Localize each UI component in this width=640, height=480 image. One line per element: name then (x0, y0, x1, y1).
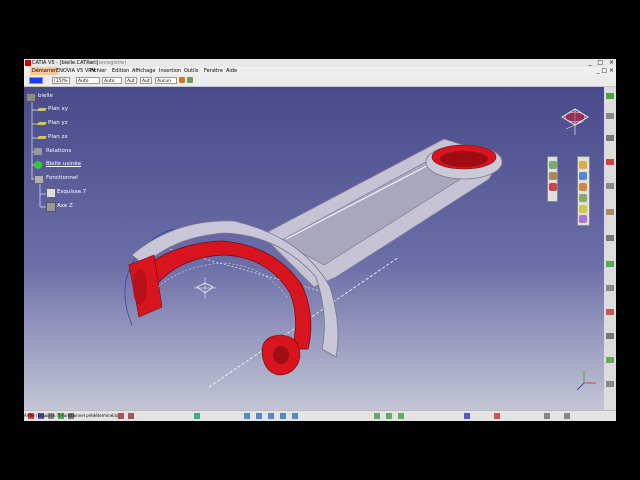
3d-compass[interactable] (560, 107, 590, 139)
catia-app-icon (25, 60, 31, 66)
3d-viewport[interactable]: bielle Plan xy Plan yz Plan zx Relations… (24, 87, 604, 410)
right-cap-hole (273, 346, 289, 364)
tool-slot-icon[interactable] (606, 235, 614, 241)
doc-window-controls[interactable]: _ □ × (596, 67, 614, 75)
menu-fenetre[interactable]: Fenêtre (202, 67, 225, 75)
gear-icon (34, 161, 42, 169)
axis-triad (576, 371, 596, 391)
tree-item-plan-zx[interactable]: Plan zx (48, 134, 68, 140)
tool-draft-icon[interactable] (606, 309, 614, 315)
measure-icon[interactable] (464, 413, 470, 419)
plane-icon (37, 122, 47, 125)
tool-fillet-icon[interactable] (606, 261, 614, 267)
title-bar: CATIA V5 - [bielle.CATPart] (non enregis… (24, 59, 616, 67)
part-icon[interactable] (26, 93, 36, 102)
tree-item-relations[interactable]: Relations (46, 148, 71, 154)
tool-rib-icon[interactable] (606, 209, 614, 215)
minimize-button[interactable]: _ (588, 59, 591, 66)
properties-icon[interactable] (187, 77, 193, 83)
tool-hole-icon[interactable] (606, 183, 614, 189)
menu-aide[interactable]: Aide (224, 67, 239, 75)
tool-groove-icon[interactable] (606, 159, 614, 165)
tool-thickness-icon[interactable] (606, 357, 614, 363)
tool-shell-icon[interactable] (606, 333, 614, 339)
plane-icon (37, 136, 47, 139)
tree-item-plan-yz[interactable]: Plan yz (48, 120, 68, 126)
left-cap-hole (133, 269, 147, 305)
tool-icon-7[interactable] (579, 194, 587, 202)
painter-icon[interactable] (179, 77, 185, 83)
menu-affichage[interactable]: Affichage (130, 67, 158, 75)
tool-pocket-icon[interactable] (606, 113, 614, 119)
tool-icon-3[interactable] (549, 183, 557, 191)
tree-item-esquisse-7[interactable]: Esquisse.7 (57, 189, 86, 195)
properties-toolbar: (15)% Auto Auto Aut Aut Aucun (24, 75, 616, 87)
window-subtitle: (non enregistre) (86, 60, 127, 66)
tool-icon-8[interactable] (579, 205, 587, 213)
linetype-combo[interactable]: Auto (76, 77, 100, 84)
tree-item-fonctionnel[interactable]: Fonctionnel (46, 175, 78, 181)
transparency-combo[interactable]: (15)% (52, 77, 70, 84)
analysis-icon[interactable] (494, 413, 500, 419)
material-icon[interactable] (544, 413, 550, 419)
menu-outils[interactable]: Outils (182, 67, 200, 75)
close-button[interactable]: × (609, 59, 614, 66)
relations-icon (34, 148, 42, 155)
catalog-icon[interactable] (564, 413, 570, 419)
menu-edition[interactable]: Edition (110, 67, 131, 75)
tool-icon-4[interactable] (579, 161, 587, 169)
tree-root-bielle[interactable]: bielle (38, 93, 53, 99)
tree-item-plan-xy[interactable]: Plan xy (48, 106, 68, 112)
window-controls: _ □ × (584, 59, 614, 67)
tree-item-bielle-usinee[interactable]: Bielle usinée (46, 161, 81, 167)
right-toolbar (604, 87, 616, 410)
maximize-button[interactable]: □ (597, 59, 603, 66)
tool-icon-6[interactable] (579, 183, 587, 191)
menu-fichier[interactable]: Fichier (88, 67, 108, 75)
tree-item-axe-z[interactable]: Axe Z (57, 203, 73, 209)
small-end-bore-inner (440, 151, 488, 167)
functional-icon (34, 175, 44, 184)
status-message: Arête (Esquisse.7) Fonctionnel prédéterm… (24, 413, 119, 418)
layer-combo[interactable]: Aut (140, 77, 152, 84)
tool-chamfer-icon[interactable] (606, 285, 614, 291)
tool-shaft-icon[interactable] (606, 135, 614, 141)
color-swatch[interactable] (29, 77, 43, 84)
view-iso-icon[interactable] (374, 413, 380, 419)
hide-show-icon[interactable] (398, 413, 404, 419)
tree-lines (31, 97, 46, 208)
style-combo[interactable]: Aucun (155, 77, 177, 84)
catia-window: CATIA V5 - [bielle.CATPart] (non enregis… (24, 59, 616, 421)
tool-icon-5[interactable] (579, 172, 587, 180)
menu-bar: Démarrer ENOVIA V5 VPM Fichier Edition A… (24, 67, 616, 75)
floating-toolbar-left (547, 156, 558, 202)
tool-icon-2[interactable] (549, 172, 557, 180)
axis-icon (46, 202, 56, 212)
lineweight-combo[interactable]: Auto (102, 77, 122, 84)
tool-thread-icon[interactable] (606, 381, 614, 387)
tool-icon-9[interactable] (579, 215, 587, 223)
menu-insertion[interactable]: Insertion (157, 67, 183, 75)
point-combo[interactable]: Aut (125, 77, 137, 84)
compass-marker[interactable] (194, 277, 216, 299)
tool-pad-icon[interactable] (606, 93, 614, 99)
sketch-icon (46, 188, 56, 198)
floating-toolbar-right (577, 156, 590, 226)
plane-icon (37, 108, 47, 111)
shading-icon[interactable] (386, 413, 392, 419)
tool-icon-1[interactable] (549, 161, 557, 169)
